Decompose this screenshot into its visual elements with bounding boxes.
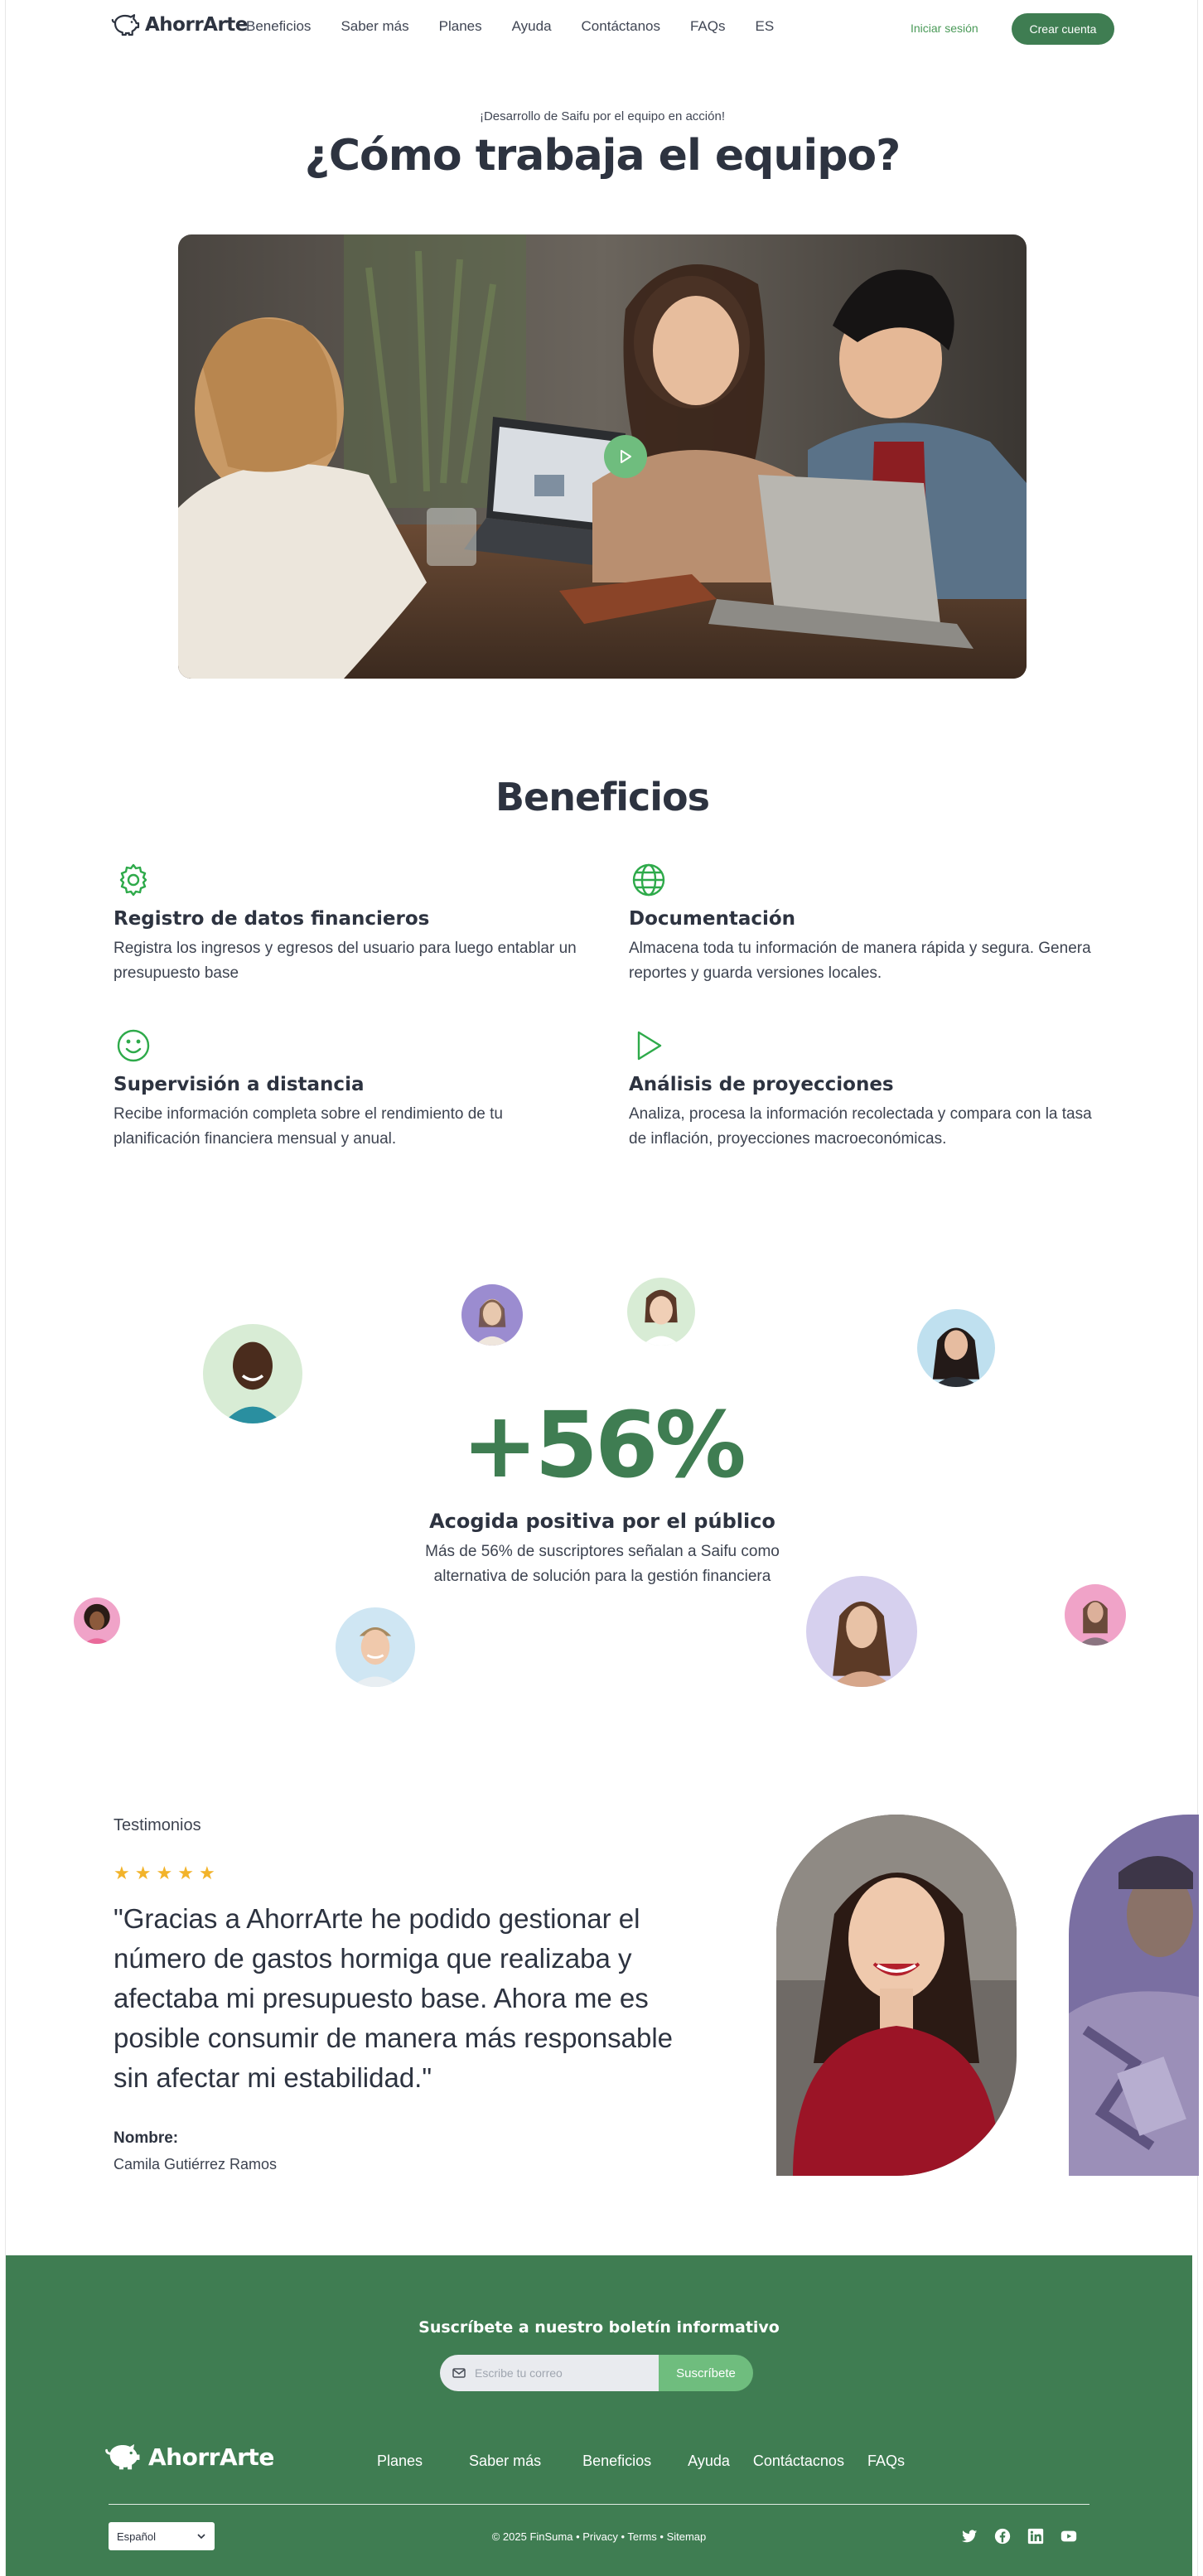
avatar	[74, 1597, 120, 1644]
hero-eyebrow: ¡Desarrollo de Saifu por el equipo en ac…	[479, 109, 725, 123]
play-video-button[interactable]	[604, 435, 647, 478]
benefit-text: Analiza, procesa la información recolect…	[629, 1105, 1092, 1148]
testimonial-photo-next	[1069, 1815, 1199, 2176]
nav-link-planes[interactable]: Planes	[439, 18, 482, 35]
footer-brand-name: AhorrArte	[148, 2443, 274, 2471]
top-nav: AhorrArte Beneficios Saber más Planes Ay…	[6, 0, 1199, 58]
footer-link-contactanos[interactable]: Contáctacnos	[753, 2453, 844, 2470]
login-link[interactable]: Iniciar sesión	[911, 22, 978, 35]
footer-link-planes[interactable]: Planes	[377, 2453, 423, 2470]
avatar	[336, 1607, 415, 1687]
brand-name: AhorrArte	[145, 14, 248, 36]
benefit-card: Registro de datos financieros Registra l…	[114, 862, 577, 986]
hero-title: ¿Cómo trabaja el equipo?	[304, 131, 901, 181]
star-icon: ★	[177, 1863, 194, 1883]
footer-link-beneficios[interactable]: Beneficios	[582, 2453, 651, 2470]
benefit-title: Registro de datos financieros	[114, 908, 430, 930]
nav-links: Beneficios Saber más Planes Ayuda Contác…	[246, 18, 774, 35]
linkedin-icon[interactable]	[1027, 2527, 1045, 2545]
team-video[interactable]	[178, 234, 1027, 679]
play-icon	[621, 450, 631, 463]
footer-link-faqs[interactable]: FAQs	[867, 2453, 905, 2470]
stat-heading: Acogida positiva por el público	[429, 1510, 775, 1533]
benefit-title: Documentación	[629, 908, 796, 930]
social-links	[960, 2527, 1078, 2545]
nav-link-contactanos[interactable]: Contáctanos	[582, 18, 660, 35]
footer-links: Planes Saber más Beneficios Ayuda Contác…	[377, 2453, 930, 2470]
star-icon: ★	[114, 1863, 130, 1883]
newsletter-email-input[interactable]	[440, 2355, 659, 2391]
benefit-title: Análisis de proyecciones	[629, 1074, 894, 1095]
benefit-text: Almacena toda tu información de manera r…	[629, 940, 1091, 982]
avatar	[461, 1284, 523, 1346]
page: AhorrArte Beneficios Saber más Planes Ay…	[5, 0, 1199, 2576]
benefit-text: Recibe información completa sobre el ren…	[114, 1105, 503, 1148]
newsletter-title: Suscríbete a nuestro boletín informativo	[418, 2318, 780, 2337]
footer-link-ayuda[interactable]: Ayuda	[688, 2453, 730, 2470]
footer-divider	[109, 2504, 1089, 2505]
nav-link-faqs[interactable]: FAQs	[690, 18, 726, 35]
footer-logo[interactable]: AhorrArte	[104, 2439, 274, 2474]
language-toggle[interactable]: ES	[756, 18, 775, 35]
benefit-title: Supervisión a distancia	[114, 1074, 365, 1095]
testimonial-photo	[776, 1815, 1017, 2176]
footer: Suscríbete a nuestro boletín informativo…	[6, 2255, 1192, 2576]
avatar	[917, 1309, 995, 1387]
newsletter-form: Suscríbete	[440, 2355, 756, 2391]
star-icon: ★	[134, 1863, 152, 1883]
star-icon: ★	[198, 1863, 215, 1883]
footer-link-saber-mas[interactable]: Saber más	[469, 2453, 541, 2470]
globe-icon	[630, 862, 667, 898]
testimonial-quote: "Gracias a AhorrArte he podido gestionar…	[114, 1903, 674, 2093]
signup-button[interactable]: Crear cuenta	[1012, 13, 1114, 45]
nav-link-saber-mas[interactable]: Saber más	[341, 18, 408, 35]
piggy-bank-icon	[105, 2443, 140, 2470]
gear-icon	[115, 862, 152, 898]
nav-link-ayuda[interactable]: Ayuda	[512, 18, 552, 35]
avatar	[1065, 1584, 1126, 1646]
smile-icon	[115, 1027, 152, 1064]
benefit-text: Registra los ingresos y egresos del usua…	[114, 940, 577, 982]
avatar	[806, 1576, 917, 1687]
benefit-card: Documentación Almacena toda tu informaci…	[629, 862, 1093, 986]
benefit-card: Supervisión a distancia Recibe informaci…	[114, 1027, 577, 1152]
avatar	[627, 1278, 695, 1346]
star-icon: ★	[156, 1863, 173, 1883]
twitter-icon[interactable]	[960, 2527, 978, 2545]
stat-text: Más de 56% de suscriptores señalan a Sai…	[425, 1543, 780, 1585]
rating-stars: ★ ★ ★ ★ ★	[114, 1864, 215, 1882]
testimonial-name-label: Nombre:	[114, 2129, 179, 2147]
stat-value: +56%	[461, 1392, 746, 1498]
mail-icon	[452, 2368, 466, 2378]
brand-logo[interactable]: AhorrArte	[110, 12, 248, 38]
youtube-icon[interactable]	[1060, 2527, 1078, 2545]
piggy-bank-icon	[111, 14, 140, 36]
benefits-title: Beneficios	[495, 775, 710, 819]
benefit-card: Análisis de proyecciones Analiza, proces…	[629, 1027, 1093, 1152]
play-icon	[630, 1027, 667, 1064]
testimonials-label: Testimonios	[114, 1816, 201, 1834]
facebook-icon[interactable]	[993, 2527, 1012, 2545]
testimonial-name: Camila Gutiérrez Ramos	[114, 2156, 278, 2172]
nav-link-beneficios[interactable]: Beneficios	[246, 18, 311, 35]
subscribe-button[interactable]: Suscríbete	[659, 2355, 753, 2391]
team-photo	[178, 234, 1027, 679]
